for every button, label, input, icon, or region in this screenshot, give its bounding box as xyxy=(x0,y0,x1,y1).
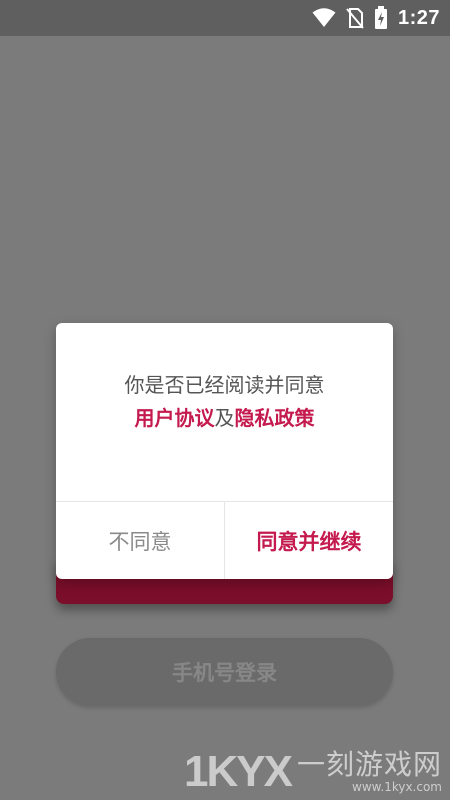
user-agreement-link[interactable]: 用户协议 xyxy=(135,406,215,430)
battery-charging-icon xyxy=(374,6,388,30)
dialog-message-prefix: 你是否已经阅读并同意 xyxy=(124,373,325,397)
agreement-dialog: 你是否已经阅读并同意 用户协议及隐私政策 不同意 同意并继续 xyxy=(56,323,393,579)
conjunction-text: 及 xyxy=(214,406,235,430)
watermark-text: 一刻游戏网 www.1kyx.com xyxy=(296,748,442,795)
phone-login-button: 手机号登录 xyxy=(56,638,393,706)
watermark-name: 一刻游戏网 xyxy=(296,748,442,781)
watermark-url: www.1kyx.com xyxy=(352,780,442,794)
site-watermark: 1KYX 一刻游戏网 www.1kyx.com xyxy=(184,747,442,796)
dialog-actions: 不同意 同意并继续 xyxy=(56,501,393,579)
dialog-message-links: 用户协议及隐私政策 xyxy=(56,401,393,435)
privacy-policy-link[interactable]: 隐私政策 xyxy=(235,406,315,430)
app-screen: 1:27 手机号登录 你是否已经阅读并同意 用户协议及隐私政策 不同意 同意并继… xyxy=(0,0,450,800)
status-icons: 1:27 xyxy=(312,0,440,36)
wifi-icon xyxy=(312,8,336,28)
disagree-button[interactable]: 不同意 xyxy=(56,502,225,579)
status-bar: 1:27 xyxy=(0,0,450,36)
no-sim-icon xyxy=(346,7,364,29)
status-time: 1:27 xyxy=(397,6,440,29)
dialog-message: 你是否已经阅读并同意 用户协议及隐私政策 xyxy=(56,369,393,435)
agree-continue-button[interactable]: 同意并继续 xyxy=(225,502,393,579)
watermark-logo: 1KYX xyxy=(184,747,293,796)
